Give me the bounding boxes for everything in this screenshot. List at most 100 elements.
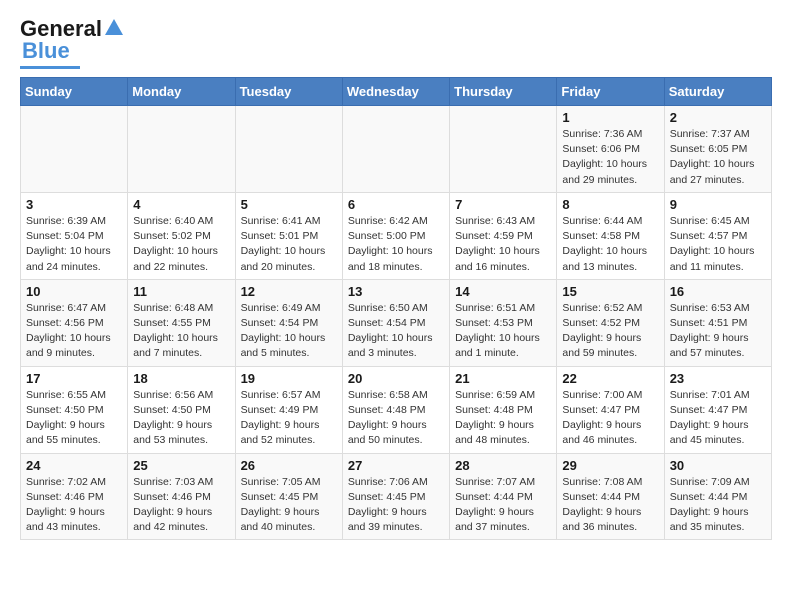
day-info: Sunrise: 6:56 AM Sunset: 4:50 PM Dayligh… — [133, 388, 229, 449]
day-number: 28 — [455, 458, 551, 473]
day-number: 29 — [562, 458, 658, 473]
day-number: 6 — [348, 197, 444, 212]
calendar-body: 1 Sunrise: 7:36 AM Sunset: 6:06 PM Daylig… — [21, 106, 772, 540]
day-number: 20 — [348, 371, 444, 386]
day-info: Sunrise: 7:05 AM Sunset: 4:45 PM Dayligh… — [241, 475, 337, 536]
weekday-wednesday: Wednesday — [342, 78, 449, 106]
day-number: 24 — [26, 458, 122, 473]
calendar-cell-w2-d1: 3 Sunrise: 6:39 AM Sunset: 5:04 PM Daylig… — [21, 192, 128, 279]
day-number: 9 — [670, 197, 766, 212]
day-number: 1 — [562, 110, 658, 125]
calendar-week-1: 1 Sunrise: 7:36 AM Sunset: 6:06 PM Daylig… — [21, 106, 772, 193]
day-number: 3 — [26, 197, 122, 212]
calendar-cell-w3-d5: 14 Sunrise: 6:51 AM Sunset: 4:53 PM Dayli… — [450, 279, 557, 366]
day-number: 19 — [241, 371, 337, 386]
day-info: Sunrise: 6:41 AM Sunset: 5:01 PM Dayligh… — [241, 214, 337, 275]
calendar-cell-w4-d5: 21 Sunrise: 6:59 AM Sunset: 4:48 PM Dayli… — [450, 366, 557, 453]
calendar-cell-w1-d5 — [450, 106, 557, 193]
day-info: Sunrise: 7:03 AM Sunset: 4:46 PM Dayligh… — [133, 475, 229, 536]
day-number: 25 — [133, 458, 229, 473]
day-info: Sunrise: 7:00 AM Sunset: 4:47 PM Dayligh… — [562, 388, 658, 449]
day-info: Sunrise: 6:39 AM Sunset: 5:04 PM Dayligh… — [26, 214, 122, 275]
weekday-tuesday: Tuesday — [235, 78, 342, 106]
day-info: Sunrise: 6:51 AM Sunset: 4:53 PM Dayligh… — [455, 301, 551, 362]
day-number: 10 — [26, 284, 122, 299]
day-info: Sunrise: 7:06 AM Sunset: 4:45 PM Dayligh… — [348, 475, 444, 536]
day-info: Sunrise: 7:01 AM Sunset: 4:47 PM Dayligh… — [670, 388, 766, 449]
day-info: Sunrise: 7:08 AM Sunset: 4:44 PM Dayligh… — [562, 475, 658, 536]
logo-icon — [103, 17, 125, 39]
day-info: Sunrise: 6:49 AM Sunset: 4:54 PM Dayligh… — [241, 301, 337, 362]
day-info: Sunrise: 6:44 AM Sunset: 4:58 PM Dayligh… — [562, 214, 658, 275]
calendar-cell-w3-d2: 11Sunrise: 6:48 AM Sunset: 4:55 PM Dayli… — [128, 279, 235, 366]
calendar-cell-w2-d2: 4 Sunrise: 6:40 AM Sunset: 5:02 PM Daylig… — [128, 192, 235, 279]
calendar-cell-w4-d6: 22Sunrise: 7:00 AM Sunset: 4:47 PM Dayli… — [557, 366, 664, 453]
day-number: 5 — [241, 197, 337, 212]
calendar-cell-w4-d4: 20 Sunrise: 6:58 AM Sunset: 4:48 PM Dayli… — [342, 366, 449, 453]
calendar-cell-w1-d3 — [235, 106, 342, 193]
day-info: Sunrise: 6:52 AM Sunset: 4:52 PM Dayligh… — [562, 301, 658, 362]
weekday-thursday: Thursday — [450, 78, 557, 106]
day-number: 12 — [241, 284, 337, 299]
day-info: Sunrise: 6:55 AM Sunset: 4:50 PM Dayligh… — [26, 388, 122, 449]
day-info: Sunrise: 6:40 AM Sunset: 5:02 PM Dayligh… — [133, 214, 229, 275]
weekday-saturday: Saturday — [664, 78, 771, 106]
day-number: 18 — [133, 371, 229, 386]
logo-underline — [20, 66, 80, 69]
day-number: 30 — [670, 458, 766, 473]
calendar-cell-w1-d7: 2 Sunrise: 7:37 AM Sunset: 6:05 PM Daylig… — [664, 106, 771, 193]
day-info: Sunrise: 6:57 AM Sunset: 4:49 PM Dayligh… — [241, 388, 337, 449]
calendar-week-4: 17 Sunrise: 6:55 AM Sunset: 4:50 PM Dayli… — [21, 366, 772, 453]
calendar-cell-w3-d3: 12 Sunrise: 6:49 AM Sunset: 4:54 PM Dayli… — [235, 279, 342, 366]
calendar-cell-w5-d5: 28 Sunrise: 7:07 AM Sunset: 4:44 PM Dayli… — [450, 453, 557, 540]
calendar-cell-w1-d2 — [128, 106, 235, 193]
calendar-cell-w5-d7: 30 Sunrise: 7:09 AM Sunset: 4:44 PM Dayli… — [664, 453, 771, 540]
day-info: Sunrise: 6:50 AM Sunset: 4:54 PM Dayligh… — [348, 301, 444, 362]
day-number: 4 — [133, 197, 229, 212]
calendar-cell-w2-d3: 5 Sunrise: 6:41 AM Sunset: 5:01 PM Daylig… — [235, 192, 342, 279]
page-header: General Blue — [20, 16, 772, 69]
calendar-week-5: 24 Sunrise: 7:02 AM Sunset: 4:46 PM Dayli… — [21, 453, 772, 540]
day-number: 23 — [670, 371, 766, 386]
day-info: Sunrise: 7:02 AM Sunset: 4:46 PM Dayligh… — [26, 475, 122, 536]
weekday-header-row: SundayMondayTuesdayWednesdayThursdayFrid… — [21, 78, 772, 106]
day-number: 21 — [455, 371, 551, 386]
day-info: Sunrise: 6:59 AM Sunset: 4:48 PM Dayligh… — [455, 388, 551, 449]
calendar-cell-w2-d6: 8Sunrise: 6:44 AM Sunset: 4:58 PM Daylig… — [557, 192, 664, 279]
day-number: 26 — [241, 458, 337, 473]
day-number: 7 — [455, 197, 551, 212]
calendar-header: SundayMondayTuesdayWednesdayThursdayFrid… — [21, 78, 772, 106]
day-number: 13 — [348, 284, 444, 299]
day-info: Sunrise: 6:42 AM Sunset: 5:00 PM Dayligh… — [348, 214, 444, 275]
day-info: Sunrise: 6:47 AM Sunset: 4:56 PM Dayligh… — [26, 301, 122, 362]
day-number: 15 — [562, 284, 658, 299]
calendar-cell-w2-d5: 7 Sunrise: 6:43 AM Sunset: 4:59 PM Daylig… — [450, 192, 557, 279]
day-info: Sunrise: 7:36 AM Sunset: 6:06 PM Dayligh… — [562, 127, 658, 188]
calendar-week-3: 10 Sunrise: 6:47 AM Sunset: 4:56 PM Dayli… — [21, 279, 772, 366]
logo: General Blue — [20, 16, 125, 69]
calendar-week-2: 3 Sunrise: 6:39 AM Sunset: 5:04 PM Daylig… — [21, 192, 772, 279]
calendar-cell-w4-d1: 17 Sunrise: 6:55 AM Sunset: 4:50 PM Dayli… — [21, 366, 128, 453]
calendar-cell-w3-d4: 13 Sunrise: 6:50 AM Sunset: 4:54 PM Dayli… — [342, 279, 449, 366]
day-info: Sunrise: 7:09 AM Sunset: 4:44 PM Dayligh… — [670, 475, 766, 536]
day-info: Sunrise: 7:07 AM Sunset: 4:44 PM Dayligh… — [455, 475, 551, 536]
day-info: Sunrise: 6:58 AM Sunset: 4:48 PM Dayligh… — [348, 388, 444, 449]
calendar-table: SundayMondayTuesdayWednesdayThursdayFrid… — [20, 77, 772, 540]
day-number: 2 — [670, 110, 766, 125]
weekday-monday: Monday — [128, 78, 235, 106]
weekday-sunday: Sunday — [21, 78, 128, 106]
day-number: 27 — [348, 458, 444, 473]
day-number: 14 — [455, 284, 551, 299]
calendar-cell-w4-d7: 23 Sunrise: 7:01 AM Sunset: 4:47 PM Dayli… — [664, 366, 771, 453]
calendar-cell-w3-d6: 15 Sunrise: 6:52 AM Sunset: 4:52 PM Dayli… — [557, 279, 664, 366]
day-number: 17 — [26, 371, 122, 386]
calendar-cell-w5-d4: 27 Sunrise: 7:06 AM Sunset: 4:45 PM Dayli… — [342, 453, 449, 540]
day-info: Sunrise: 7:37 AM Sunset: 6:05 PM Dayligh… — [670, 127, 766, 188]
calendar-cell-w5-d6: 29 Sunrise: 7:08 AM Sunset: 4:44 PM Dayli… — [557, 453, 664, 540]
calendar-cell-w1-d4 — [342, 106, 449, 193]
day-info: Sunrise: 6:53 AM Sunset: 4:51 PM Dayligh… — [670, 301, 766, 362]
day-info: Sunrise: 6:48 AM Sunset: 4:55 PM Dayligh… — [133, 301, 229, 362]
day-number: 16 — [670, 284, 766, 299]
calendar-cell-w1-d1 — [21, 106, 128, 193]
day-info: Sunrise: 6:43 AM Sunset: 4:59 PM Dayligh… — [455, 214, 551, 275]
